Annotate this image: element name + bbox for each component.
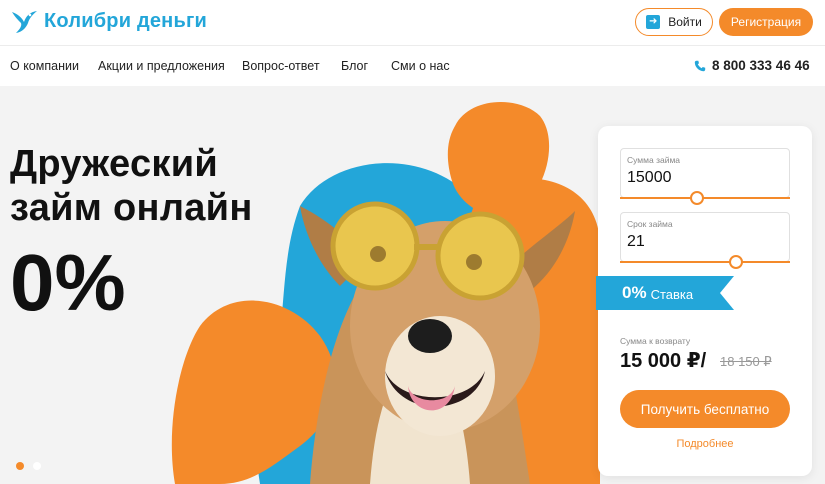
hummingbird-icon [12,11,37,33]
more-link[interactable]: Подробнее [598,438,812,450]
slider-dot-active[interactable] [16,462,24,470]
phone-icon [694,60,706,71]
term-value: 21 [627,233,645,250]
hero-title: Дружеский займ онлайн [10,142,253,230]
header: Колибри деньги ➜ Войти Регистрация [0,0,825,46]
amount-slider-track[interactable] [620,197,790,199]
term-field[interactable]: Срок займа 21 [620,212,790,262]
loan-calculator: Сумма займа 15000 Срок займа 21 0% Ставк… [596,126,812,476]
rate-label: Ставка [650,286,694,302]
amount-label: Сумма займа [627,155,681,165]
hero-title-line2: займ онлайн [10,187,253,229]
return-old-amount: 18 150 ₽ [720,354,772,369]
logo-text: Колибри деньги [44,9,207,32]
hero-title-line1: Дружеский [10,143,219,185]
term-slider-thumb[interactable] [728,255,743,269]
nav-item-blog[interactable]: Блог [341,59,368,73]
phone-contact[interactable]: 8 800 333 46 46 [694,58,810,73]
logo[interactable]: Колибри деньги [10,8,207,34]
get-free-button[interactable]: Получить бесплатно [620,390,790,428]
main-nav: О компании Акции и предложения Вопрос-от… [0,46,825,86]
rate-ribbon: 0% Ставка [596,276,734,310]
slider-dot[interactable] [33,462,41,470]
nav-item-promotions[interactable]: Акции и предложения [98,59,225,73]
amount-value: 15000 [627,169,672,186]
return-label: Сумма к возврату [620,336,691,346]
phone-number: 8 800 333 46 46 [712,58,810,73]
nav-item-about[interactable]: О компании [10,59,79,73]
login-arrow-icon: ➜ [646,15,661,29]
amount-slider-thumb[interactable] [689,191,704,205]
amount-field[interactable]: Сумма займа 15000 [620,148,790,198]
rate-value: 0% [622,283,647,302]
term-slider-track[interactable] [620,261,790,263]
term-label: Срок займа [627,219,673,229]
register-button[interactable]: Регистрация [719,8,813,36]
login-button[interactable]: ➜ Войти [635,8,713,36]
nav-item-media[interactable]: Сми о нас [391,59,450,73]
hero-rate: 0% [10,238,126,327]
login-label: Войти [668,15,702,29]
return-amount: 15 000 ₽/ [620,350,707,372]
nav-item-faq[interactable]: Вопрос-ответ [242,59,320,73]
